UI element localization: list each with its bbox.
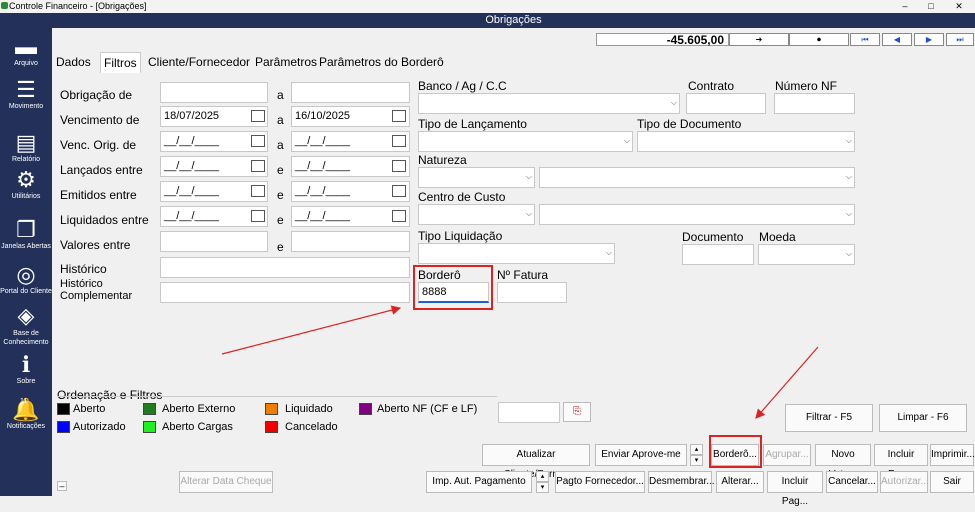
divider <box>57 396 497 397</box>
legend-label: Autorizado <box>73 421 126 433</box>
imprimir-button[interactable]: Imprimir... <box>930 444 975 466</box>
pagto-fornecedor-button[interactable]: Pagto Fornecedor... <box>555 471 645 493</box>
legend-swatch-aberto-externo <box>143 403 156 415</box>
legend-label: Cancelado <box>285 421 338 433</box>
agrupar-button[interactable]: Agrupar... <box>763 444 811 466</box>
filtrar-button[interactable]: Filtrar - F5 <box>785 404 873 432</box>
autorizar-button[interactable]: Autorizar... <box>880 471 929 493</box>
bordero-button-highlight <box>709 435 762 468</box>
legend-label: Aberto <box>73 403 106 415</box>
filter-options-button[interactable]: ⎘ <box>563 402 591 422</box>
alterar-button[interactable]: Alterar... <box>716 471 764 493</box>
legend-label: Aberto NF (CF e LF) <box>377 403 478 415</box>
atualizar-cliente-button[interactable]: Atualizar Cliente/Fornec <box>482 444 590 480</box>
collapse-button[interactable]: – <box>57 481 67 491</box>
sair-button[interactable]: Sair <box>930 471 974 493</box>
limpar-button[interactable]: Limpar - F6 <box>879 404 967 432</box>
legend-swatch-aberto <box>57 403 70 415</box>
enviar-aprove-me-button[interactable]: Enviar Aprove-me <box>595 444 687 466</box>
scroll-up-button[interactable]: ▴ <box>536 471 549 482</box>
desmembrar-button[interactable]: Desmembrar... <box>648 471 715 493</box>
imp-aut-pagamento-button[interactable]: Imp. Aut. Pagamento <box>426 471 532 493</box>
ordenacao-input[interactable] <box>498 402 560 423</box>
legend-label: Aberto Externo <box>162 403 236 415</box>
incluir-rec-button[interactable]: Incluir Rec... <box>874 444 928 480</box>
scroll-up-button[interactable]: ▴ <box>690 444 703 455</box>
ordenacao-title: Ordenação e Filtros <box>57 388 163 402</box>
alterar-data-cheque-button[interactable]: Alterar Data Cheque <box>179 471 273 493</box>
scroll-down-button[interactable]: ▾ <box>690 455 703 466</box>
legend-swatch-aberto-cargas <box>143 421 156 433</box>
incluir-pag-button[interactable]: Incluir Pag... <box>767 471 823 507</box>
legend-swatch-cancelado <box>265 421 278 433</box>
legend-swatch-aberto-nf <box>359 403 372 415</box>
scroll-down-button[interactable]: ▾ <box>536 482 549 493</box>
arrow-to-bordero-field <box>221 305 402 355</box>
legend-swatch-liquidado <box>265 403 278 415</box>
cancelar-button[interactable]: Cancelar... <box>826 471 878 493</box>
legend-label: Liquidado <box>285 403 333 415</box>
novo-vcto-button[interactable]: Novo Vcto... <box>815 444 871 480</box>
legend-swatch-autorizado <box>57 421 70 433</box>
legend-label: Aberto Cargas <box>162 421 233 433</box>
